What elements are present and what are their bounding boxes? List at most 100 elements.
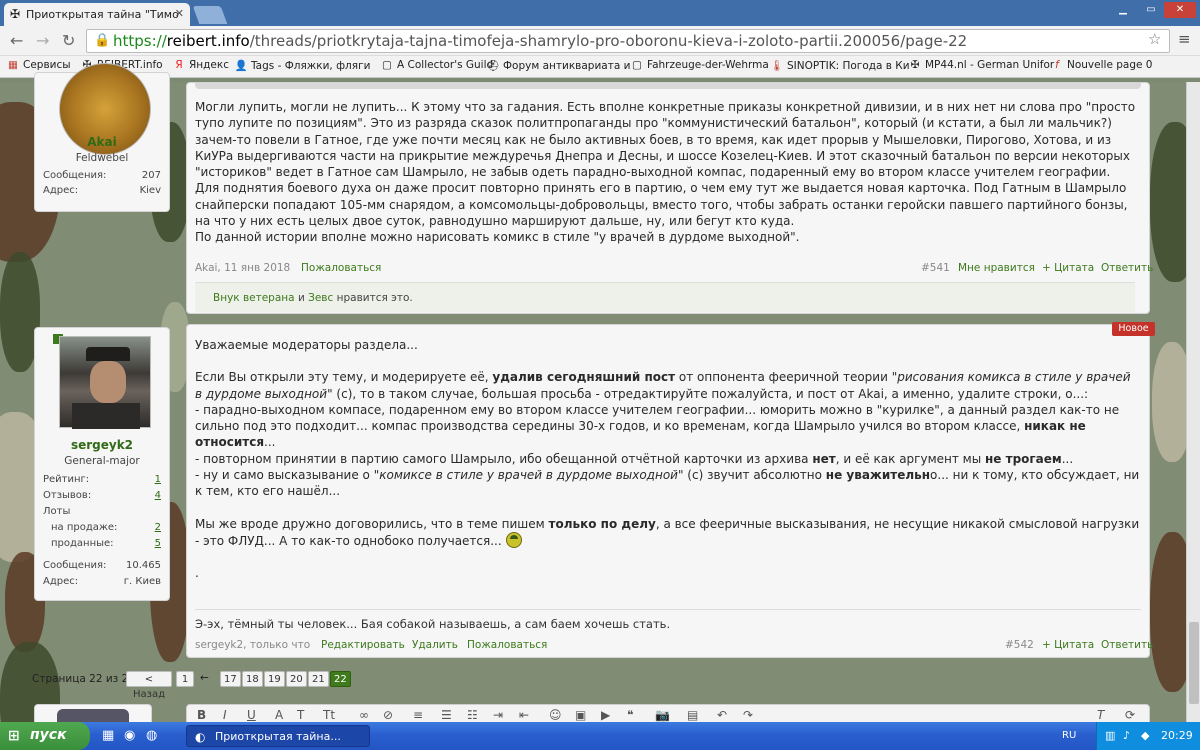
undo-icon[interactable]: ↶ xyxy=(717,708,727,722)
page-link[interactable]: 17 xyxy=(220,671,241,687)
liker-link[interactable]: Зевс xyxy=(308,292,333,304)
bold-icon[interactable]: B xyxy=(197,708,206,722)
clock[interactable]: 20:29 xyxy=(1161,729,1193,742)
reviews-link[interactable]: 4 xyxy=(155,490,161,501)
yandex-icon: Я xyxy=(175,59,183,71)
italic-icon[interactable]: I xyxy=(223,708,227,722)
bookmark-item[interactable]: ▦ Сервисы xyxy=(6,59,71,71)
page-scrollbar[interactable] xyxy=(1186,82,1200,722)
signature: Э-эх, тёмный ты человек... Бая собакой н… xyxy=(195,609,1141,631)
quote-link[interactable]: + Цитата xyxy=(1042,639,1094,651)
username[interactable]: Akai xyxy=(35,135,169,149)
shield-icon[interactable]: ◆ xyxy=(1141,729,1149,742)
scrollbar-thumb[interactable] xyxy=(1189,622,1199,704)
firefox-icon[interactable]: ◍ xyxy=(146,728,157,743)
back-arrow-icon[interactable]: ← xyxy=(10,31,23,50)
page-link[interactable]: 18 xyxy=(242,671,263,687)
post-paragraph: Если Вы открыли эту тему, и модерируете … xyxy=(195,370,1131,401)
taskbar-window-button[interactable]: ◐ Приоткрытая тайна... xyxy=(186,725,370,747)
bookmark-item[interactable]: f Nouvelle page 0 xyxy=(1050,59,1152,71)
quote-link[interactable]: + Цитата xyxy=(1042,262,1094,274)
page-link[interactable]: 21 xyxy=(308,671,329,687)
bookmark-star-icon[interactable]: ☆ xyxy=(1148,30,1161,48)
list-icon[interactable]: ☰ xyxy=(441,708,452,722)
current-page[interactable]: 22 xyxy=(330,671,351,687)
edit-link[interactable]: Редактировать xyxy=(321,639,405,651)
report-link[interactable]: Пожаловаться xyxy=(301,262,381,274)
liker-link[interactable]: Внук ветерана xyxy=(213,292,295,304)
post-author-date[interactable]: sergeyk2, только что xyxy=(195,639,310,651)
page-jump-icon[interactable]: ← xyxy=(200,672,209,684)
language-indicator[interactable]: RU xyxy=(1062,730,1076,741)
save-draft-icon[interactable]: ▤ xyxy=(687,708,698,722)
media-player-icon[interactable]: ◉ xyxy=(124,728,135,743)
forward-arrow-icon[interactable]: → xyxy=(36,31,49,50)
tab-close-icon[interactable]: ✕ xyxy=(175,7,184,20)
font-family-icon[interactable]: Tt xyxy=(323,708,335,722)
volume-icon[interactable]: ♪ xyxy=(1123,729,1130,742)
reply-link[interactable]: Ответить xyxy=(1101,639,1153,651)
outdent-icon[interactable]: ⇤ xyxy=(519,708,529,722)
toggle-bbcode-icon[interactable]: ⟳ xyxy=(1125,708,1135,722)
post-paragraph: Мы же вроде дружно договорились, что в т… xyxy=(195,516,1140,548)
user-stat: на продаже: 2 xyxy=(51,522,161,533)
maximize-icon[interactable]: ▭ xyxy=(1138,2,1164,18)
user-title: Feldwebel xyxy=(75,152,129,164)
windows-logo-icon: ⊞ xyxy=(8,728,20,744)
redo-icon[interactable]: ↷ xyxy=(743,708,753,722)
bookmark-item[interactable]: Я Яндекс xyxy=(172,59,229,71)
align-left-icon[interactable]: ≡ xyxy=(413,708,423,722)
user-stat: Адрес: Kiev xyxy=(43,185,161,196)
image-icon[interactable]: ▣ xyxy=(575,708,586,722)
desktop-icon[interactable]: ▦ xyxy=(102,728,114,743)
post-dot: . xyxy=(195,566,199,581)
lots-selling-link[interactable]: 2 xyxy=(155,522,161,533)
bookmark-item[interactable]: ▢ A Collector's Guild xyxy=(380,59,493,71)
page-link[interactable]: 20 xyxy=(286,671,307,687)
indent-icon[interactable]: ⇥ xyxy=(493,708,503,722)
quote-icon[interactable]: ❝ xyxy=(627,708,633,722)
post-number[interactable]: #541 xyxy=(921,262,950,274)
page-link[interactable]: 1 xyxy=(176,671,194,687)
page-link[interactable]: 19 xyxy=(264,671,285,687)
username[interactable]: sergeyk2 xyxy=(35,438,169,452)
close-window-icon[interactable]: ✕ xyxy=(1164,2,1196,18)
bookmark-item[interactable]: ⛑ Форум антиквариата и xyxy=(486,59,630,72)
post-number[interactable]: #542 xyxy=(1005,639,1034,651)
rating-link[interactable]: 1 xyxy=(155,474,161,485)
delete-link[interactable]: Удалить xyxy=(412,639,458,651)
report-link[interactable]: Пожаловаться xyxy=(467,639,547,651)
like-link[interactable]: Мне нравится xyxy=(958,262,1035,274)
numbered-list-icon[interactable]: ☷ xyxy=(467,708,478,722)
bookmark-item[interactable]: ✠ MP44.nl - German Unifor xyxy=(908,59,1055,71)
reload-icon[interactable]: ↻ xyxy=(62,31,75,50)
underline-icon[interactable]: U xyxy=(247,708,256,722)
link-icon[interactable]: ∞ xyxy=(359,708,369,722)
post-author-date[interactable]: Akai, 11 янв 2018 xyxy=(195,262,290,274)
reply-link[interactable]: Ответить xyxy=(1101,262,1153,274)
lots-sold-link[interactable]: 5 xyxy=(155,538,161,549)
network-icon[interactable]: ▥ xyxy=(1105,729,1115,742)
browser-tab[interactable]: ✠ Приоткрытая тайна "Тимо ✕ xyxy=(4,3,190,26)
page-icon: ▢ xyxy=(382,59,392,71)
camera-icon[interactable]: 📷 xyxy=(655,708,670,722)
user-info-akai: Akai Feldwebel Сообщения: 207 Адрес: Kiev xyxy=(34,63,170,212)
bookmark-item[interactable]: 👤 Tags - Фляжки, фляги xyxy=(234,59,370,72)
address-bar[interactable]: 🔒 https://reibert.info/threads/priotkryta… xyxy=(86,29,1170,53)
minimize-icon[interactable]: ▁ xyxy=(1110,2,1136,18)
bookmarks-bar: ▦ Сервисы ✠ REIBERT.info Я Яндекс 👤 Tags - Ф… xyxy=(0,56,1200,78)
clear-format-icon[interactable]: T xyxy=(1097,708,1104,722)
media-icon[interactable]: ▶ xyxy=(601,708,610,722)
start-button[interactable]: ⊞ пуск xyxy=(0,722,90,750)
unlink-icon[interactable]: ⊘ xyxy=(383,708,393,722)
bookmark-item[interactable]: ▢ Fahrzeuge-der-Wehrma xyxy=(630,59,769,71)
new-tab-button[interactable] xyxy=(192,6,228,24)
browser-menu-icon[interactable]: ≡ xyxy=(1178,30,1191,48)
user-title: General-major xyxy=(64,455,140,467)
prev-page-button[interactable]: < Назад xyxy=(126,671,172,700)
avatar[interactable] xyxy=(59,336,151,429)
bookmark-item[interactable]: 🌡 SINOPTIK: Погода в Ки xyxy=(770,59,909,72)
font-color-icon[interactable]: A xyxy=(275,708,283,722)
font-size-icon[interactable]: T xyxy=(297,708,304,722)
smiley-icon[interactable]: ☺ xyxy=(549,708,562,722)
